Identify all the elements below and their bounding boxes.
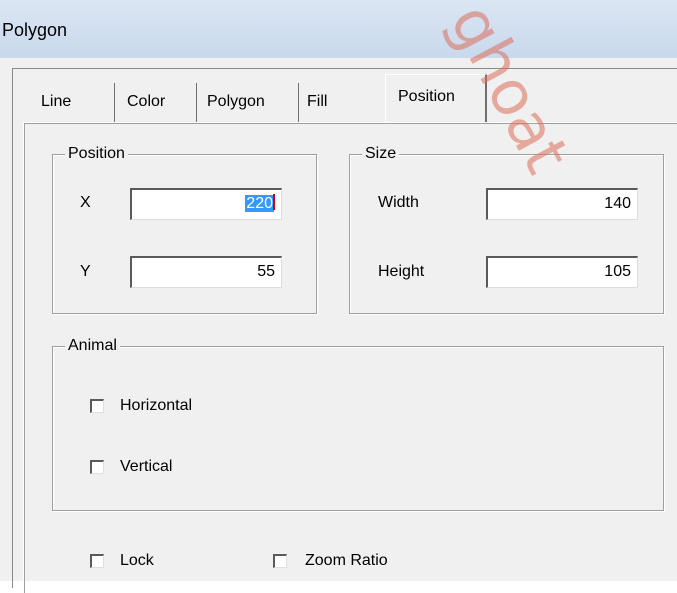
- height-label: Height: [378, 263, 425, 280]
- tab-color-label: Color: [127, 93, 166, 110]
- animal-groupbox: Animal: [52, 336, 664, 511]
- lock-label[interactable]: Lock: [120, 551, 154, 571]
- size-groupbox: Size: [349, 144, 664, 314]
- title-bar[interactable]: Polygon: [0, 0, 677, 59]
- height-input[interactable]: 105: [486, 256, 638, 288]
- tab-position-label: Position: [398, 88, 455, 105]
- width-label: Width: [378, 194, 419, 211]
- tab-fill-label: Fill: [307, 93, 328, 110]
- zoom-ratio-label[interactable]: Zoom Ratio: [305, 551, 388, 571]
- horizontal-checkbox[interactable]: [90, 399, 104, 413]
- position-group-title: Position: [65, 144, 128, 164]
- lock-checkbox[interactable]: [90, 554, 104, 568]
- vertical-checkbox[interactable]: [90, 460, 104, 474]
- y-label: Y: [80, 263, 91, 280]
- y-input[interactable]: 55: [130, 256, 282, 288]
- vertical-label[interactable]: Vertical: [120, 457, 172, 477]
- x-label: X: [80, 194, 91, 211]
- tab-line-label: Line: [41, 93, 72, 110]
- window-title: Polygon: [2, 20, 68, 40]
- width-value: 140: [604, 195, 631, 212]
- tab-position[interactable]: Position: [385, 74, 487, 124]
- width-input[interactable]: 140: [486, 188, 638, 220]
- tab-fill[interactable]: Fill: [299, 83, 383, 122]
- height-value: 105: [604, 263, 631, 280]
- tab-line[interactable]: Line: [33, 83, 115, 122]
- tab-polygon[interactable]: Polygon: [197, 83, 299, 122]
- text-caret: [273, 194, 275, 210]
- horizontal-label[interactable]: Horizontal: [120, 396, 192, 416]
- animal-group-title: Animal: [65, 336, 120, 356]
- position-groupbox: Position: [52, 144, 317, 314]
- y-value: 55: [257, 263, 275, 280]
- tab-color[interactable]: Color: [115, 83, 197, 122]
- tab-polygon-label: Polygon: [207, 93, 265, 110]
- zoom-ratio-checkbox[interactable]: [273, 554, 287, 568]
- x-value: 220: [245, 195, 274, 212]
- size-group-title: Size: [362, 144, 400, 164]
- x-input[interactable]: 220: [130, 188, 282, 220]
